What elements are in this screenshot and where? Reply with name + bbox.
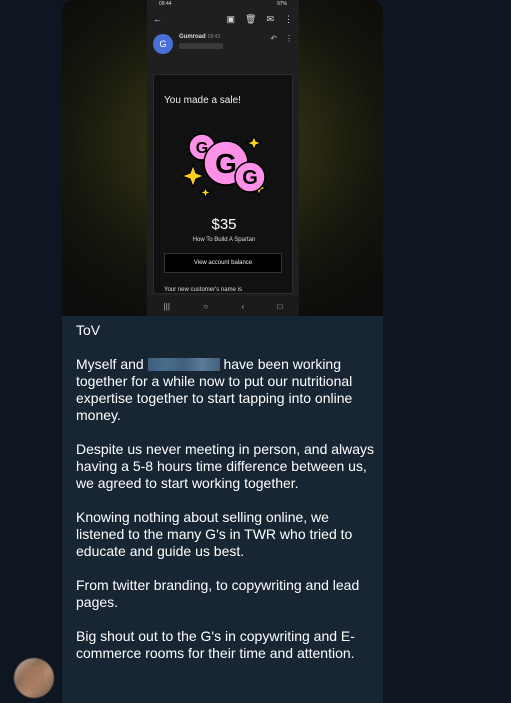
archive-icon: ▣ (226, 13, 236, 24)
message-paragraph-2: Despite us never meeting in person, and … (76, 441, 375, 491)
mail-toolbar: ← ▣ 🗑 ✉ ⋮ (147, 8, 299, 30)
delete-icon: 🗑 (245, 13, 257, 24)
message-photo[interactable]: 09:44 97% ← ▣ 🗑 ✉ ⋮ G Gumroad09:43 ↶ ⋮ (62, 0, 383, 316)
more-vert-icon: ⋮ (285, 34, 293, 43)
sender-row: G Gumroad 09:43 ↶ ⋮ (147, 30, 299, 60)
product-name: How To Build A Spartan (192, 237, 256, 243)
back-arrow-icon: ← (153, 14, 162, 24)
customer-line: Your new customer's name is (164, 287, 242, 293)
recents-icon: ||| (163, 301, 170, 311)
more-icon: ⋮ (284, 13, 293, 24)
reply-icon: ↶ (270, 34, 277, 43)
sale-price: $35 (211, 216, 237, 233)
android-nav-bar: ||| ○ ‹ □ (147, 296, 299, 316)
gumroad-logo: G G G (180, 131, 272, 201)
phone-screenshot: 09:44 97% ← ▣ 🗑 ✉ ⋮ G Gumroad09:43 ↶ ⋮ (147, 0, 299, 316)
home-icon: ○ (203, 301, 209, 311)
svg-text:G: G (215, 148, 237, 179)
message-paragraph-3: Knowing nothing about selling online, we… (76, 509, 353, 559)
status-time: 09:44 (159, 1, 172, 7)
svg-text:G: G (242, 167, 258, 189)
user-avatar[interactable] (14, 658, 54, 698)
back-icon: ‹ (241, 301, 245, 311)
message-text: ToV Myself and have been working togethe… (76, 322, 376, 679)
email-card: You made a sale! G G G $35 How To Build … (153, 74, 293, 294)
screenshot-icon: □ (277, 301, 283, 311)
sender-recipient-redacted (179, 43, 223, 49)
redacted-name (147, 358, 220, 371)
svg-text:G: G (196, 140, 208, 157)
status-bar: 09:44 97% (147, 0, 299, 8)
message-paragraph-5: Big shout out to the G's in copywriting … (76, 628, 355, 661)
message-paragraph-4: From twitter branding, to copywriting an… (76, 577, 360, 610)
message-paragraph-1: Myself and have been working together fo… (76, 356, 353, 423)
message-bubble: 09:44 97% ← ▣ 🗑 ✉ ⋮ G Gumroad09:43 ↶ ⋮ (62, 0, 383, 703)
mail-icon: ✉ (266, 13, 274, 24)
sender-time: 09:43 (207, 34, 221, 40)
view-balance-button: View account balance (164, 253, 282, 273)
status-battery: 97% (276, 1, 287, 7)
sender-avatar: G (153, 34, 173, 54)
sender-name: Gumroad 09:43 (179, 34, 221, 40)
sale-title: You made a sale! (164, 95, 241, 106)
message-heading: ToV (76, 322, 101, 338)
